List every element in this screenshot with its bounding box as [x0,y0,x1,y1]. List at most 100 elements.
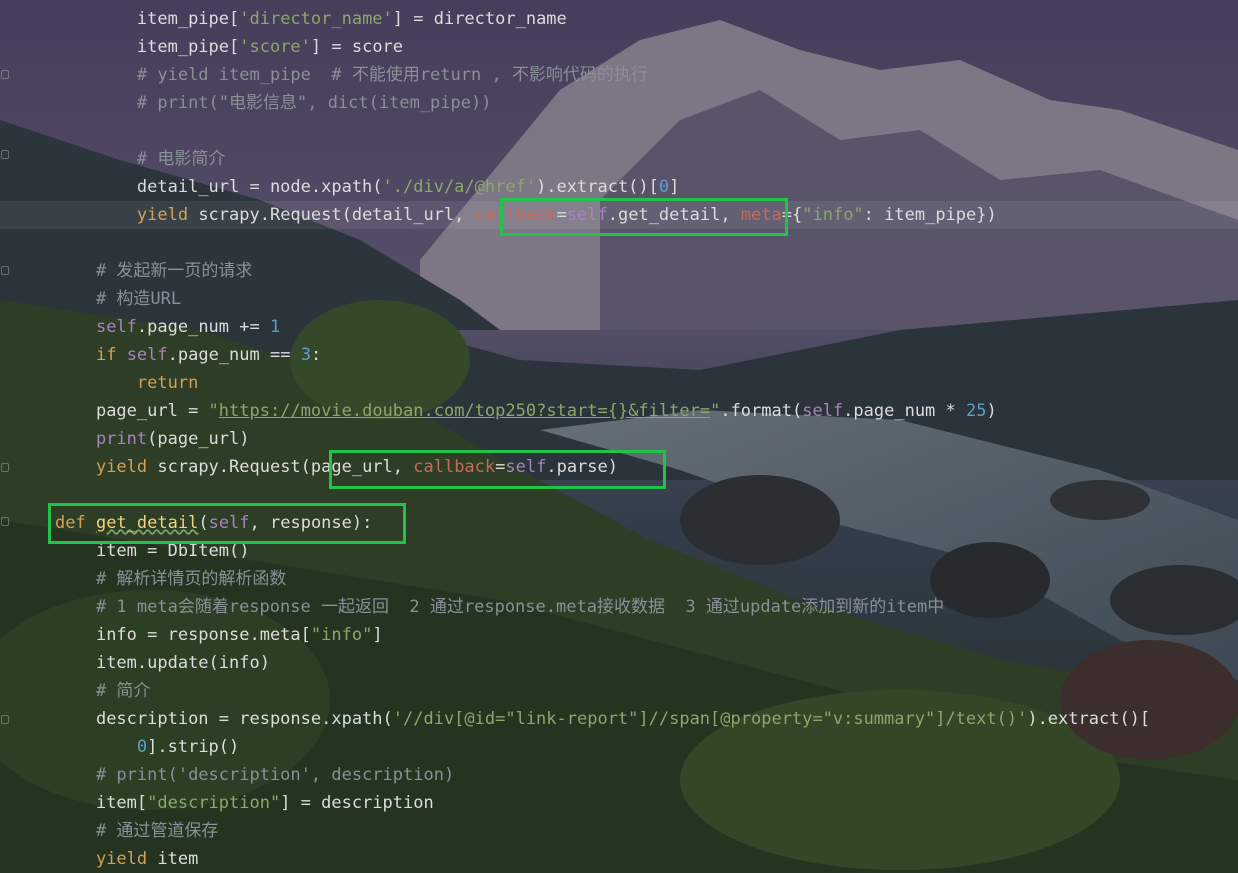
code-token: " [208,401,219,421]
code-token: # yield item_pipe # 不能使用return , 不影响代码的执… [136,65,648,85]
code-token: scrapy.Request(page_url, [147,457,414,477]
code-token: ] = description [280,793,434,813]
code-line[interactable]: print(page_url) [0,425,1238,453]
code-token: .page_num += [136,317,270,337]
code-line[interactable]: # 1 meta会随着response 一起返回 2 通过response.me… [0,593,1238,621]
code-token: 0 [136,737,148,757]
code-token: self [208,513,250,533]
code-token: # print('description', description) [95,765,455,785]
code-token: = [495,457,506,477]
code-line[interactable]: if self.page_num == 3: [0,341,1238,369]
code-token: def [55,513,86,533]
code-line[interactable]: item.update(info) [0,649,1238,677]
code-token: .page_num * [843,401,966,421]
code-token: "description" [147,793,281,813]
code-token: # 解析详情页的解析函数 [95,569,287,589]
code-editor[interactable]: item_pipe['director_name'] = director_na… [0,0,1238,873]
code-line[interactable]: # 简介 [0,677,1238,705]
code-token: ] [372,625,383,645]
code-token: item_pipe[ [136,9,240,29]
code-token: ).extract()[ [536,177,659,197]
code-line[interactable]: info = response.meta["info"] [0,621,1238,649]
code-token: self [802,401,844,421]
code-token: page_url = [95,401,209,421]
code-token: ] [669,177,680,197]
code-line[interactable]: # 发起新一页的请求 [0,257,1238,285]
code-line[interactable]: # yield item_pipe # 不能使用return , 不影响代码的执… [0,61,1238,89]
code-token: (page_url) [147,429,250,449]
code-line[interactable]: description = response.xpath('//div[@id=… [0,705,1238,733]
code-line[interactable]: # print("电影信息", dict(item_pipe)) [0,89,1238,117]
code-line[interactable]: # 通过管道保存 [0,817,1238,845]
code-token: yield [95,457,148,477]
code-token: get_detail [95,513,199,533]
code-token: # 发起新一页的请求 [95,261,253,281]
code-line[interactable]: yield scrapy.Request(page_url, callback=… [0,453,1238,481]
code-lines[interactable]: item_pipe['director_name'] = director_na… [0,5,1238,873]
code-token: # 简介 [95,681,151,701]
code-token: : [310,345,322,365]
code-line[interactable] [0,229,1238,257]
code-line[interactable]: yield scrapy.Request(detail_url, callbac… [0,201,1238,229]
code-token: ] = director_name [392,9,567,29]
code-token: 0 [658,177,670,197]
code-token: './div/a/@href' [382,177,537,197]
code-line[interactable]: # print('description', description) [0,761,1238,789]
code-token: 'director_name' [239,9,393,29]
code-token: : item_pipe}) [863,205,997,225]
code-line[interactable]: def get_detail(self, response): [0,509,1238,537]
code-line[interactable]: item_pipe['score'] = score [0,33,1238,61]
code-token: .format( [720,401,803,421]
code-line[interactable]: # 解析详情页的解析函数 [0,565,1238,593]
code-line[interactable]: item = DbItem() [0,537,1238,565]
code-line[interactable]: self.page_num += 1 [0,313,1238,341]
code-token: scrapy.Request(detail_url, [188,205,475,225]
code-line[interactable]: item["description"] = description [0,789,1238,817]
code-token: detail_url = node.xpath( [136,177,383,197]
code-token: https://movie.douban.com/top250?start={}… [218,401,711,421]
code-token: yield [136,205,189,225]
code-token: # 1 meta会随着response 一起返回 2 通过response.me… [95,597,945,617]
code-line[interactable]: detail_url = node.xpath('./div/a/@href')… [0,173,1238,201]
code-line[interactable] [0,481,1238,509]
code-line[interactable]: # 电影简介 [0,145,1238,173]
code-line[interactable]: return [0,369,1238,397]
code-line[interactable]: # 构造URL [0,285,1238,313]
code-token: info = response.meta[ [95,625,311,645]
code-token: meta [740,205,782,225]
code-token: # 电影简介 [136,149,226,169]
code-token: .get_detail, [607,205,741,225]
code-line[interactable]: yield item [0,845,1238,873]
code-token: ).extract()[ [1027,709,1151,729]
code-token: , response): [249,513,373,533]
code-line[interactable]: page_url = "https://movie.douban.com/top… [0,397,1238,425]
code-token: 25 [966,401,987,421]
code-line[interactable] [0,117,1238,145]
code-line[interactable]: item_pipe['director_name'] = director_na… [0,5,1238,33]
code-line[interactable]: 0].strip() [0,733,1238,761]
code-token: 1 [269,317,281,337]
